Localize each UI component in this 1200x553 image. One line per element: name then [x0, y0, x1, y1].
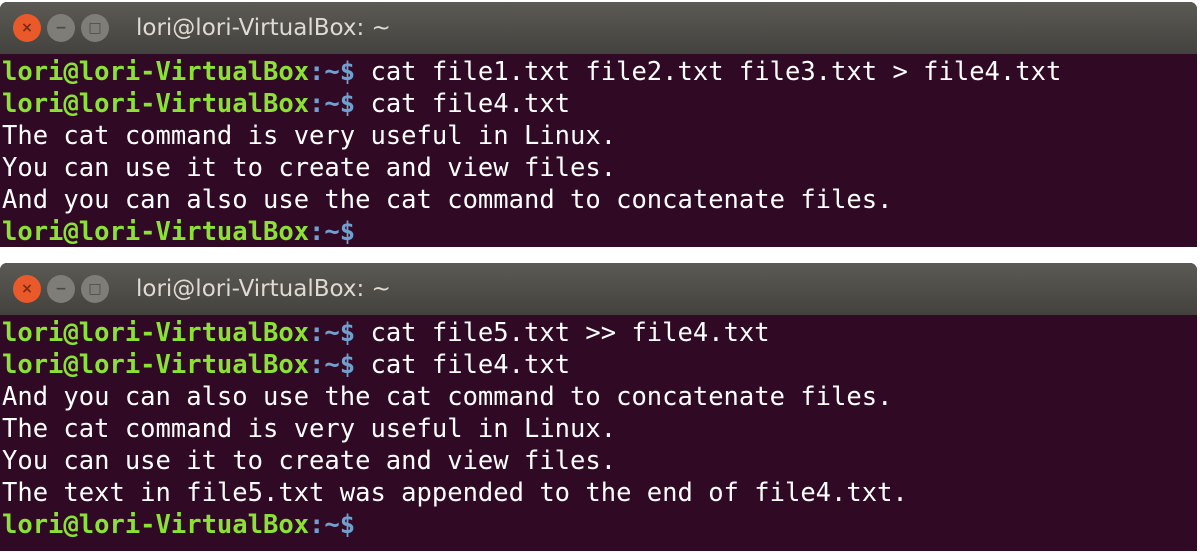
prompt-line: lori@lori-VirtualBox:~$	[2, 509, 1197, 541]
prompt-user: lori@lori-VirtualBox	[2, 510, 310, 540]
terminal-window-1[interactable]: × − □ lori@lori-VirtualBox: ~ lori@lori-…	[0, 2, 1197, 247]
prompt-line: lori@lori-VirtualBox:~$ cat file4.txt	[2, 88, 1197, 120]
close-icon: ×	[21, 281, 33, 297]
prompt-line: lori@lori-VirtualBox:~$ cat file1.txt fi…	[2, 56, 1197, 88]
maximize-button[interactable]: □	[81, 275, 109, 303]
output-text: And you can also use the cat command to …	[2, 382, 893, 412]
terminal-content[interactable]: lori@lori-VirtualBox:~$ cat file5.txt >>…	[0, 315, 1197, 541]
output-line: The cat command is very useful in Linux.	[2, 413, 1197, 445]
output-text: You can use it to create and view files.	[2, 153, 617, 183]
window-title: lori@lori-VirtualBox: ~	[136, 276, 391, 302]
close-button[interactable]: ×	[13, 275, 41, 303]
output-line: You can use it to create and view files.	[2, 152, 1197, 184]
prompt-path: :~$	[309, 57, 356, 87]
minimize-button[interactable]: −	[47, 275, 75, 303]
prompt-user: lori@lori-VirtualBox	[2, 350, 310, 380]
prompt-path: :~$	[309, 318, 356, 348]
prompt-path: :~$	[309, 89, 356, 119]
prompt-user: lori@lori-VirtualBox	[2, 89, 310, 119]
minimize-icon: −	[55, 20, 67, 36]
maximize-icon: □	[88, 20, 102, 36]
title-bar[interactable]: × − □ lori@lori-VirtualBox: ~	[0, 2, 1197, 54]
terminal-content[interactable]: lori@lori-VirtualBox:~$ cat file1.txt fi…	[0, 54, 1197, 247]
command-text: cat file4.txt	[355, 89, 571, 119]
output-line: And you can also use the cat command to …	[2, 381, 1197, 413]
output-text: The text in file5.txt was appended to th…	[2, 478, 908, 508]
prompt-line: lori@lori-VirtualBox:~$ cat file5.txt >>…	[2, 317, 1197, 349]
maximize-icon: □	[88, 281, 102, 297]
command-text: cat file4.txt	[355, 350, 571, 380]
close-button[interactable]: ×	[13, 14, 41, 42]
output-line: You can use it to create and view files.	[2, 445, 1197, 477]
prompt-line: lori@lori-VirtualBox:~$ cat file4.txt	[2, 349, 1197, 381]
prompt-user: lori@lori-VirtualBox	[2, 318, 310, 348]
prompt-path: :~$	[309, 510, 356, 540]
output-text: And you can also use the cat command to …	[2, 185, 893, 215]
prompt-path: :~$	[309, 350, 356, 380]
command-text: cat file1.txt file2.txt file3.txt > file…	[355, 57, 1062, 87]
output-line: The text in file5.txt was appended to th…	[2, 477, 1197, 509]
output-text: You can use it to create and view files.	[2, 446, 617, 476]
minimize-icon: −	[55, 281, 67, 297]
prompt-line: lori@lori-VirtualBox:~$	[2, 216, 1197, 247]
minimize-button[interactable]: −	[47, 14, 75, 42]
window-title: lori@lori-VirtualBox: ~	[136, 15, 391, 41]
prompt-user: lori@lori-VirtualBox	[2, 217, 310, 247]
prompt-path: :~$	[309, 217, 356, 247]
close-icon: ×	[21, 20, 33, 36]
output-line: And you can also use the cat command to …	[2, 184, 1197, 216]
title-bar[interactable]: × − □ lori@lori-VirtualBox: ~	[0, 263, 1197, 315]
maximize-button[interactable]: □	[81, 14, 109, 42]
command-text: cat file5.txt >> file4.txt	[355, 318, 770, 348]
output-text: The cat command is very useful in Linux.	[2, 121, 617, 151]
terminal-window-2[interactable]: × − □ lori@lori-VirtualBox: ~ lori@lori-…	[0, 263, 1197, 551]
output-text: The cat command is very useful in Linux.	[2, 414, 617, 444]
output-line: The cat command is very useful in Linux.	[2, 120, 1197, 152]
prompt-user: lori@lori-VirtualBox	[2, 57, 310, 87]
